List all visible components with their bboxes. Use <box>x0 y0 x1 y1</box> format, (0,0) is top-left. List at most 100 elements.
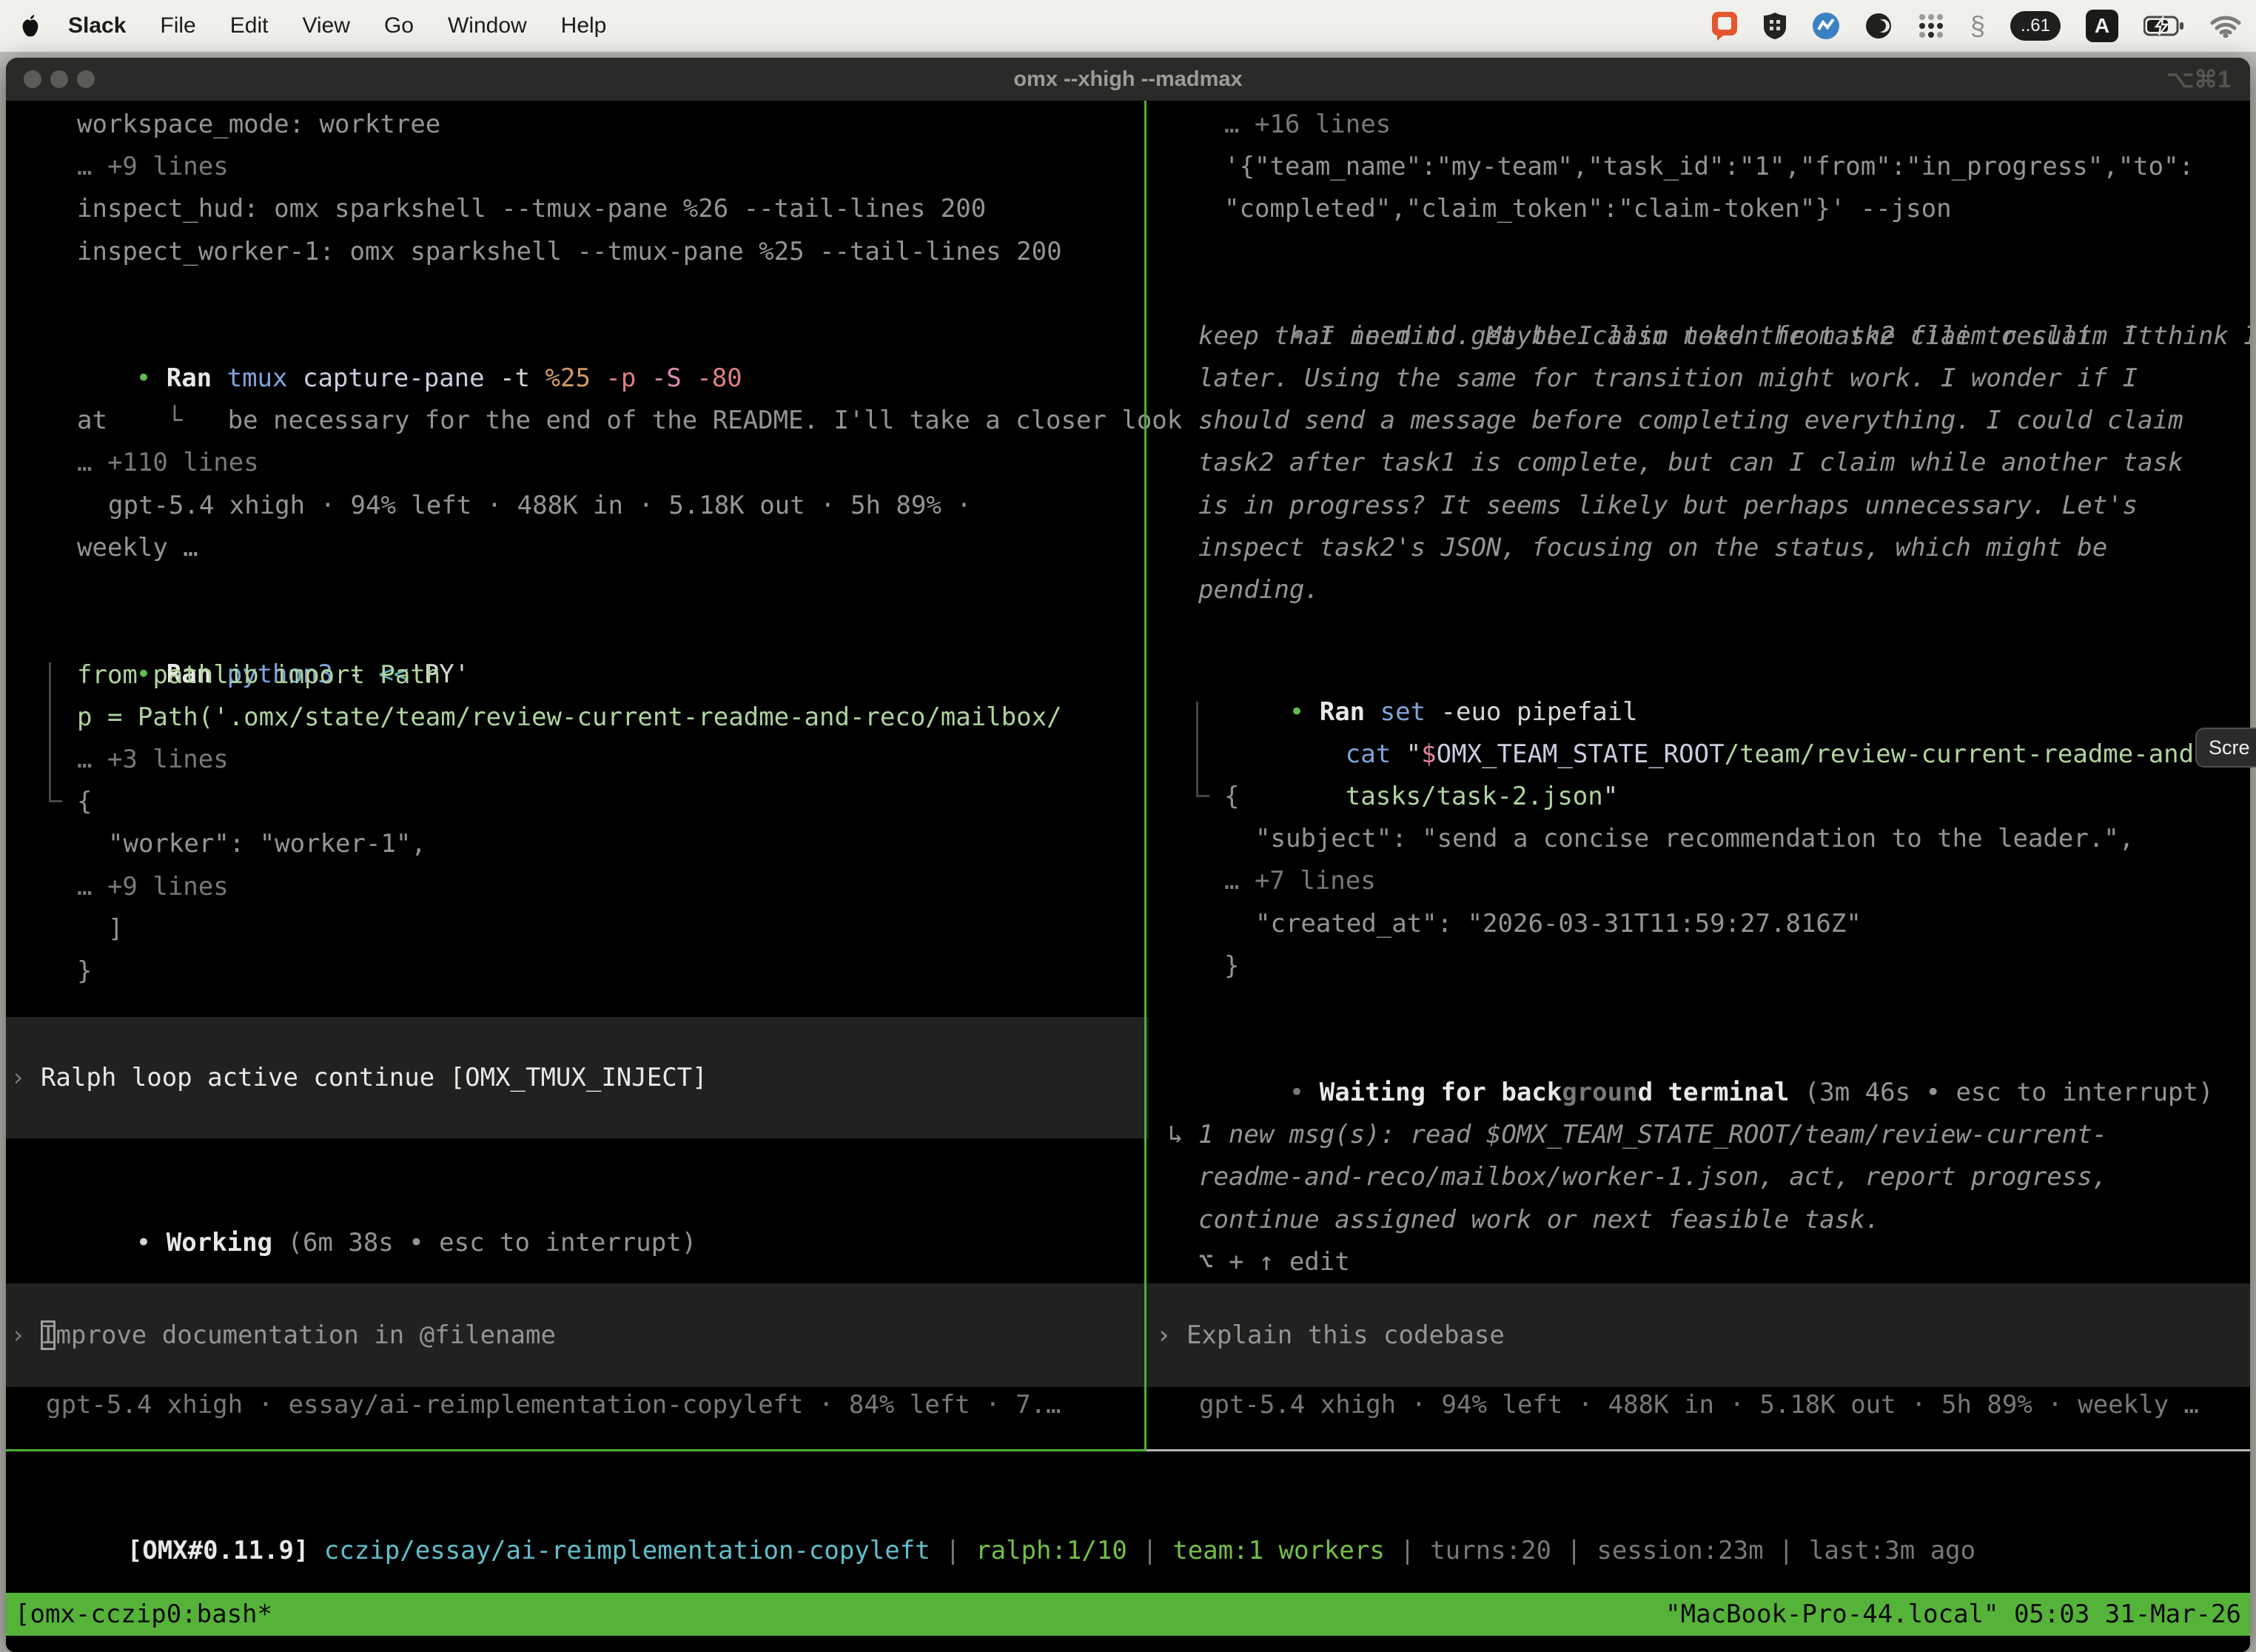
omx-version: [OMX#0.11.9] <box>127 1536 309 1565</box>
active-app-menu[interactable]: Slack <box>68 13 126 38</box>
ran-python-line: • Ran python3 - <<'PY' <box>15 611 469 654</box>
wifi-icon[interactable] <box>2210 14 2241 38</box>
thinking-line: keep that in mind. Maybe I also need the… <box>1198 315 2153 357</box>
team-workers: team:1 workers <box>1172 1536 1385 1565</box>
password-shield-icon[interactable] <box>1763 12 1787 40</box>
apple-logo-icon[interactable] <box>21 14 40 38</box>
python-code-line: p = Path('.omx/state/team/review-current… <box>77 696 1062 739</box>
menu-help[interactable]: Help <box>561 13 607 38</box>
waiting-label: Waiting for back <box>1320 1078 1562 1107</box>
window-title: omx --xhigh --madmax <box>6 58 2250 101</box>
output-connector-line <box>1196 702 1198 796</box>
cmd-output-line: at <box>77 400 107 442</box>
inactive-pane-border <box>1147 1449 2250 1451</box>
menu-bar-status-icons: § ..61 A <box>1711 10 2241 42</box>
menu-view[interactable]: View <box>302 13 349 38</box>
dragon-menu-icon[interactable]: § <box>1970 10 1985 41</box>
input-placeholder: mprove documentation in @filename <box>56 1320 556 1350</box>
screenshot-popup-button[interactable]: Scre <box>2195 728 2256 768</box>
inspect-worker-line: inspect_worker-1: omx sparkshell --tmux-… <box>77 231 1062 273</box>
thinking-line: inspect task2's JSON, focusing on the st… <box>1198 527 2107 569</box>
thinking-line: later. Using the same for transition mig… <box>1198 357 2138 400</box>
text-cursor: I <box>41 1320 56 1350</box>
desktop: Slack File Edit View Go Window Help <box>0 0 2256 1652</box>
left-prompt-input[interactable]: › Improve documentation in @filename <box>6 1283 1149 1387</box>
json-output-line: { <box>1224 776 1239 818</box>
thinking-line: pending. <box>1198 569 1320 611</box>
left-model-status-line: gpt-5.4 xhigh · essay/ai-reimplementatio… <box>46 1384 1061 1426</box>
tmux-host-clock: "MacBook-Pro-44.local" 05:03 31-Mar-26 <box>1665 1599 2241 1629</box>
collapsed-lines-indicator: … +16 lines <box>1224 104 1391 146</box>
input-source-icon[interactable]: A <box>2086 10 2118 42</box>
mailbox-message-line: continue assigned work or next feasible … <box>1198 1199 1880 1241</box>
inspect-hud-line: inspect_hud: omx sparkshell --tmux-pane … <box>77 188 986 230</box>
mailbox-message-line: readme-and-reco/mailbox/worker-1.json, a… <box>1198 1156 2107 1198</box>
menu-bar: Slack File Edit View Go Window Help <box>0 0 2256 52</box>
session-meta: | turns:20 | session:23m | last:3m ago <box>1385 1536 1975 1565</box>
thinking-line: should send a message before completing … <box>1198 400 2183 442</box>
waiting-meta: (3m 46s • esc to interrupt) <box>1789 1078 2213 1107</box>
window-title-bar: omx --xhigh --madmax ⌥⌘1 <box>6 58 2250 101</box>
working-status-line: • Working (6m 38s • esc to interrupt) <box>15 1180 696 1222</box>
battery-icon[interactable] <box>2143 16 2185 36</box>
waiting-status-line: • Waiting for background terminal (3m 46… <box>1168 1030 2213 1072</box>
json-arg-line: "completed","claim_token":"claim-token"}… <box>1224 188 1952 230</box>
path-text: tasks/task-2.json <box>1346 782 1603 811</box>
terminal-window: omx --xhigh --madmax ⌥⌘1 workspace_mode:… <box>6 58 2250 1652</box>
pie-menu-icon[interactable] <box>1865 13 1892 39</box>
path-text: /team/review-current-readme-and-reco/ <box>1725 739 2250 769</box>
tmux-window-name[interactable]: [omx-cczip0:bash* <box>15 1599 272 1629</box>
menu-file[interactable]: File <box>160 13 195 38</box>
omx-project-path: cczip/essay/ai-reimplementation-copyleft <box>309 1536 930 1565</box>
json-arg-line: '{"team_name":"my-team","task_id":"1","f… <box>1224 146 2194 188</box>
tmux-terminal: workspace_mode: worktree … +9 lines insp… <box>6 101 2250 1652</box>
output-connector-corner <box>1196 795 1209 797</box>
menu-window[interactable]: Window <box>448 13 527 38</box>
menu-go[interactable]: Go <box>384 13 414 38</box>
inject-notice-band: › Ralph loop active continue [OMX_TMUX_I… <box>6 1017 1149 1138</box>
thinking-line: • I need to get the claim token from the… <box>1168 273 2250 315</box>
inject-notice-text: Ralph loop active continue [OMX_TMUX_INJ… <box>41 1063 708 1092</box>
count-badge-icon[interactable]: ..61 <box>2010 11 2061 41</box>
working-meta: (6m 38s • esc to interrupt) <box>272 1228 696 1258</box>
right-model-status-line: gpt-5.4 xhigh · 94% left · 488K in · 5.1… <box>1199 1384 2199 1426</box>
cmd-output-line: gpt-5.4 xhigh · 94% left · 488K in · 5.1… <box>108 485 972 527</box>
python-code-line: from pathlib import Path <box>77 654 440 696</box>
thinking-line: is in progress? It seems likely but perh… <box>1198 485 2138 527</box>
right-prompt-input[interactable]: › Explain this codebase <box>1147 1283 2250 1387</box>
thinking-line: task2 after task1 is complete, but can I… <box>1198 442 2183 484</box>
edit-shortcut-hint: ⌥ + ↑ edit <box>1198 1241 1350 1283</box>
screenshot-popup-label: Scre <box>2209 736 2250 759</box>
active-pane-border <box>6 1449 1147 1451</box>
menu-edit[interactable]: Edit <box>230 13 269 38</box>
output-connector-line <box>49 662 51 802</box>
omx-session-status: [OMX#0.11.9] cczip/essay/ai-reimplementa… <box>6 1488 1975 1530</box>
cmd-output-line: weekly … <box>77 527 198 569</box>
collapsed-lines-indicator: … +110 lines <box>77 442 259 484</box>
cat-command-line: cat "$OMX_TEAM_STATE_ROOT/team/review-cu… <box>1224 691 2250 733</box>
json-output-line: ] <box>108 908 123 950</box>
collapsed-lines-indicator: … +7 lines <box>1224 860 1376 902</box>
json-output-line: "worker": "worker-1", <box>108 823 426 865</box>
json-output-line: "subject": "send a concise recommendatio… <box>1255 818 2134 860</box>
pane-divider[interactable] <box>1144 101 1147 1449</box>
dots-grid-icon[interactable] <box>1917 12 1945 40</box>
mailbox-message-line: ↳ 1 new msg(s): read $OMX_TEAM_STATE_ROO… <box>1168 1114 2107 1156</box>
collapsed-lines-indicator: … +9 lines <box>77 146 229 188</box>
screen-recording-indicator-icon[interactable] <box>1711 11 1738 41</box>
json-output-line: "created_at": "2026-03-31T11:59:27.816Z" <box>1255 903 1861 945</box>
json-output-line: { <box>77 781 92 823</box>
prompt-chevron: › <box>10 1063 41 1092</box>
stats-badge-icon[interactable] <box>1812 12 1840 40</box>
json-output-line: } <box>1224 945 1239 987</box>
prompt-chevron: › <box>1156 1320 1186 1350</box>
output-text: be necessary for the end of the README. … <box>228 406 1183 435</box>
output-connector-corner <box>49 800 62 802</box>
collapsed-lines-indicator: … +9 lines <box>77 866 229 908</box>
collapsed-lines-indicator: … +3 lines <box>77 739 229 781</box>
cat-command-line: tasks/task-2.json" <box>1224 733 1618 776</box>
workspace-mode-line: workspace_mode: worktree <box>77 104 440 146</box>
waiting-bullet-icon: • <box>1289 1078 1320 1107</box>
ran-set-line: • Ran set -euo pipefail <box>1168 649 1638 691</box>
prompt-chevron: › <box>10 1320 41 1350</box>
